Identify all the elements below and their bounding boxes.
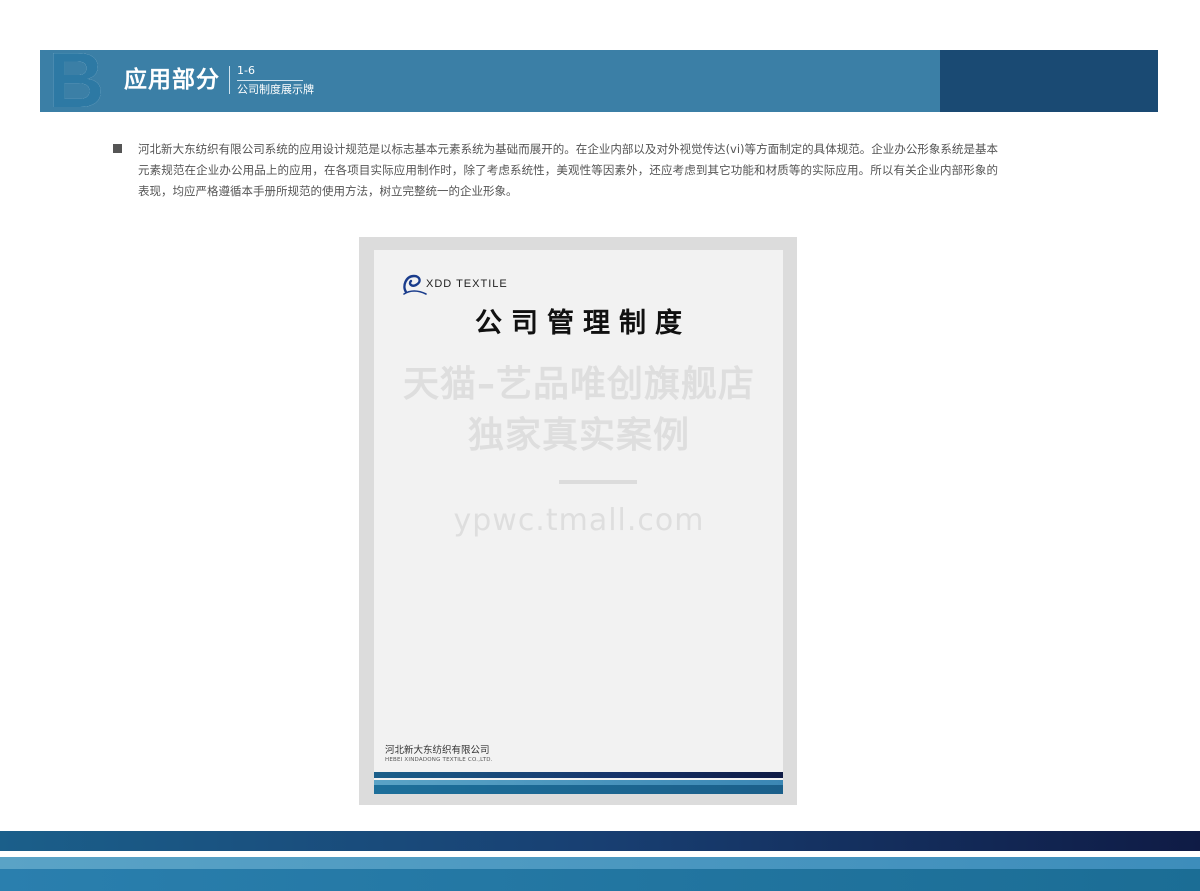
watermark-divider [559, 480, 637, 484]
board-footer-stripes [374, 772, 783, 794]
watermark-line-1: 天猫–艺品唯创旗舰店 [402, 364, 755, 405]
board-company-name: 河北新大东纺织有限公司 [385, 745, 490, 756]
logo-text: XDD TEXTILE [426, 278, 508, 290]
watermark-url: ypwc.tmall.com [453, 503, 705, 538]
page-footer-bands [0, 831, 1200, 891]
xdd-logo-icon [403, 274, 427, 295]
section-number: 1-6 [237, 64, 255, 77]
section-number-underline [237, 80, 303, 81]
section-subtitle: 公司制度展示牌 [237, 83, 314, 96]
intro-paragraph: 河北新大东纺织有限公司系统的应用设计规范是以标志基本元素系统为基础而展开的。在企… [138, 142, 998, 198]
header-band-dark [940, 50, 1158, 112]
board-logo: XDD TEXTILE [400, 272, 508, 296]
board-company-name-en: HEBEI XINDADONG TEXTILE CO.,LTD. [385, 757, 493, 763]
board-title: 公司管理制度 [475, 308, 691, 339]
section-separator [229, 66, 230, 94]
section-letter: B [48, 36, 105, 124]
section-title: 应用部分 [124, 67, 220, 93]
watermark-line-2: 独家真实案例 [467, 415, 690, 456]
bullet-square-icon [113, 144, 122, 153]
